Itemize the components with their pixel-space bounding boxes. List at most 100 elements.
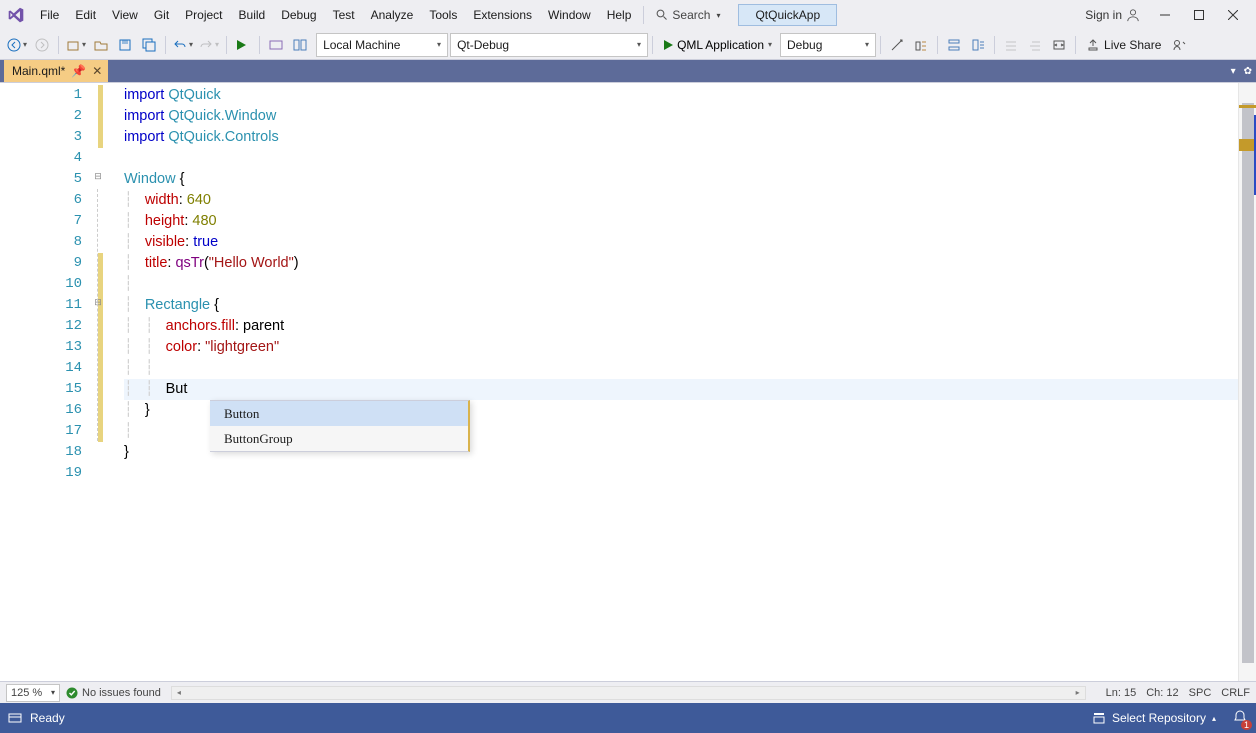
issues-indicator[interactable]: No issues found bbox=[66, 687, 161, 699]
status-bar: Ready Select Repository ▴ 1 bbox=[0, 703, 1256, 733]
minimize-button[interactable] bbox=[1148, 0, 1182, 30]
hscroll-left-icon[interactable]: ◂ bbox=[172, 687, 186, 699]
tool-button-1[interactable] bbox=[885, 33, 909, 57]
doc-well-menu-icon[interactable]: ▾ bbox=[1231, 66, 1236, 77]
search-box[interactable]: Search ▾ bbox=[648, 4, 728, 26]
qt-config-combo[interactable]: Qt-Debug▾ bbox=[450, 33, 648, 57]
menu-project[interactable]: Project bbox=[177, 0, 230, 30]
caret-char: Ch: 12 bbox=[1146, 687, 1178, 699]
select-repository-button[interactable]: Select Repository ▴ bbox=[1084, 703, 1224, 733]
feedback-button[interactable] bbox=[1167, 33, 1191, 57]
menu-file[interactable]: File bbox=[32, 0, 67, 30]
sign-in-button[interactable]: Sign in bbox=[1085, 8, 1140, 22]
menu-git[interactable]: Git bbox=[146, 0, 177, 30]
search-label: Search bbox=[672, 8, 710, 22]
open-file-button[interactable] bbox=[89, 33, 113, 57]
tool-button-5[interactable] bbox=[999, 33, 1023, 57]
solution-name: QtQuickApp bbox=[755, 8, 820, 22]
window-controls bbox=[1148, 0, 1250, 30]
scroll-marker bbox=[1239, 105, 1256, 108]
code-area[interactable]: import QtQuick import QtQuick.Window imp… bbox=[122, 83, 1256, 681]
startup-target-combo[interactable]: Local Machine▾ bbox=[316, 33, 448, 57]
solution-name-box[interactable]: QtQuickApp bbox=[738, 4, 837, 26]
line-number-gutter: 1234 5678 9101112 13141516 171819 bbox=[0, 83, 92, 681]
output-icon[interactable] bbox=[8, 711, 22, 725]
title-bar: File Edit View Git Project Build Debug T… bbox=[0, 0, 1256, 30]
completion-item[interactable]: Button bbox=[210, 401, 468, 426]
search-icon bbox=[656, 9, 668, 21]
start-button[interactable] bbox=[231, 33, 255, 57]
separator bbox=[994, 36, 995, 54]
file-tab[interactable]: Main.qml* 📌 ✕ bbox=[4, 60, 108, 82]
menu-view[interactable]: View bbox=[104, 0, 146, 30]
fold-toggle[interactable]: ⊟ bbox=[92, 298, 104, 308]
launch-config-value: Debug bbox=[787, 38, 822, 52]
maximize-button[interactable] bbox=[1182, 0, 1216, 30]
run-qml-button[interactable]: QML Application▾ bbox=[657, 33, 778, 57]
notification-badge: 1 bbox=[1241, 720, 1252, 730]
document-well: Main.qml* 📌 ✕ ▾ ✿ bbox=[0, 60, 1256, 82]
standard-toolbar: ▾ ▾ ▾ ▾ Local Machine▾ Qt-Debug▾ QML App… bbox=[0, 30, 1256, 60]
separator bbox=[1075, 36, 1076, 54]
hscroll-right-icon[interactable]: ▸ bbox=[1071, 687, 1085, 699]
editor-margin: ⊟ ⊟ bbox=[92, 83, 122, 681]
status-ready: Ready bbox=[30, 711, 65, 725]
redo-button[interactable]: ▾ bbox=[196, 33, 222, 57]
doc-well-gear-icon[interactable]: ✿ bbox=[1244, 66, 1252, 77]
change-marker bbox=[98, 253, 103, 442]
menu-test[interactable]: Test bbox=[325, 0, 363, 30]
repo-label: Select Repository bbox=[1112, 711, 1206, 725]
close-button[interactable] bbox=[1216, 0, 1250, 30]
live-share-button[interactable]: Live Share bbox=[1080, 33, 1167, 57]
sign-in-label: Sign in bbox=[1085, 8, 1122, 22]
live-share-icon bbox=[1086, 38, 1100, 52]
scrollbar-thumb[interactable] bbox=[1242, 103, 1254, 663]
zoom-combo[interactable]: 125 %▾ bbox=[6, 684, 60, 702]
repo-icon bbox=[1092, 711, 1106, 725]
nav-fwd-button[interactable] bbox=[30, 33, 54, 57]
tool-button-4[interactable] bbox=[966, 33, 990, 57]
separator bbox=[880, 36, 881, 54]
pin-icon[interactable]: 📌 bbox=[71, 64, 86, 78]
menu-help[interactable]: Help bbox=[599, 0, 640, 30]
menu-analyze[interactable]: Analyze bbox=[363, 0, 422, 30]
file-tab-label: Main.qml* bbox=[12, 64, 65, 78]
separator bbox=[165, 36, 166, 54]
notifications-button[interactable]: 1 bbox=[1232, 709, 1248, 728]
vertical-scrollbar[interactable] bbox=[1238, 83, 1256, 681]
completion-item[interactable]: ButtonGroup bbox=[210, 426, 468, 451]
menu-edit[interactable]: Edit bbox=[67, 0, 104, 30]
close-tab-icon[interactable]: ✕ bbox=[90, 64, 104, 78]
menu-extensions[interactable]: Extensions bbox=[465, 0, 540, 30]
fold-toggle[interactable]: ⊟ bbox=[92, 172, 104, 182]
startup-target-value: Local Machine bbox=[323, 38, 400, 52]
vs-logo-icon bbox=[6, 5, 26, 25]
save-button[interactable] bbox=[113, 33, 137, 57]
line-ending[interactable]: CRLF bbox=[1221, 687, 1250, 699]
separator bbox=[226, 36, 227, 54]
run-qml-label: QML Application bbox=[677, 38, 764, 52]
menu-window[interactable]: Window bbox=[540, 0, 599, 30]
code-editor[interactable]: ▢ 1234 5678 9101112 13141516 171819 ⊟ ⊟ … bbox=[0, 82, 1256, 681]
save-all-button[interactable] bbox=[137, 33, 161, 57]
undo-button[interactable]: ▾ bbox=[170, 33, 196, 57]
search-caret-icon: ▾ bbox=[716, 11, 720, 20]
solution-platform-button[interactable] bbox=[288, 33, 312, 57]
solution-config-button[interactable] bbox=[264, 33, 288, 57]
launch-config-combo[interactable]: Debug▾ bbox=[780, 33, 876, 57]
menu-debug[interactable]: Debug bbox=[273, 0, 324, 30]
horizontal-scrollbar[interactable]: ◂ ▸ bbox=[171, 686, 1086, 700]
repo-caret-icon: ▴ bbox=[1212, 714, 1216, 723]
tool-button-2[interactable] bbox=[909, 33, 933, 57]
tool-button-7[interactable] bbox=[1047, 33, 1071, 57]
completion-popup[interactable]: Button ButtonGroup bbox=[210, 400, 470, 452]
menu-tools[interactable]: Tools bbox=[421, 0, 465, 30]
new-project-button[interactable]: ▾ bbox=[63, 33, 89, 57]
editor-info-bar: 125 %▾ No issues found ◂ ▸ Ln: 15 Ch: 12… bbox=[0, 681, 1256, 703]
indent-mode[interactable]: SPC bbox=[1189, 687, 1212, 699]
tool-button-6[interactable] bbox=[1023, 33, 1047, 57]
menu-build[interactable]: Build bbox=[231, 0, 274, 30]
nav-back-button[interactable]: ▾ bbox=[4, 33, 30, 57]
tool-button-3[interactable] bbox=[942, 33, 966, 57]
issues-text: No issues found bbox=[82, 687, 161, 699]
